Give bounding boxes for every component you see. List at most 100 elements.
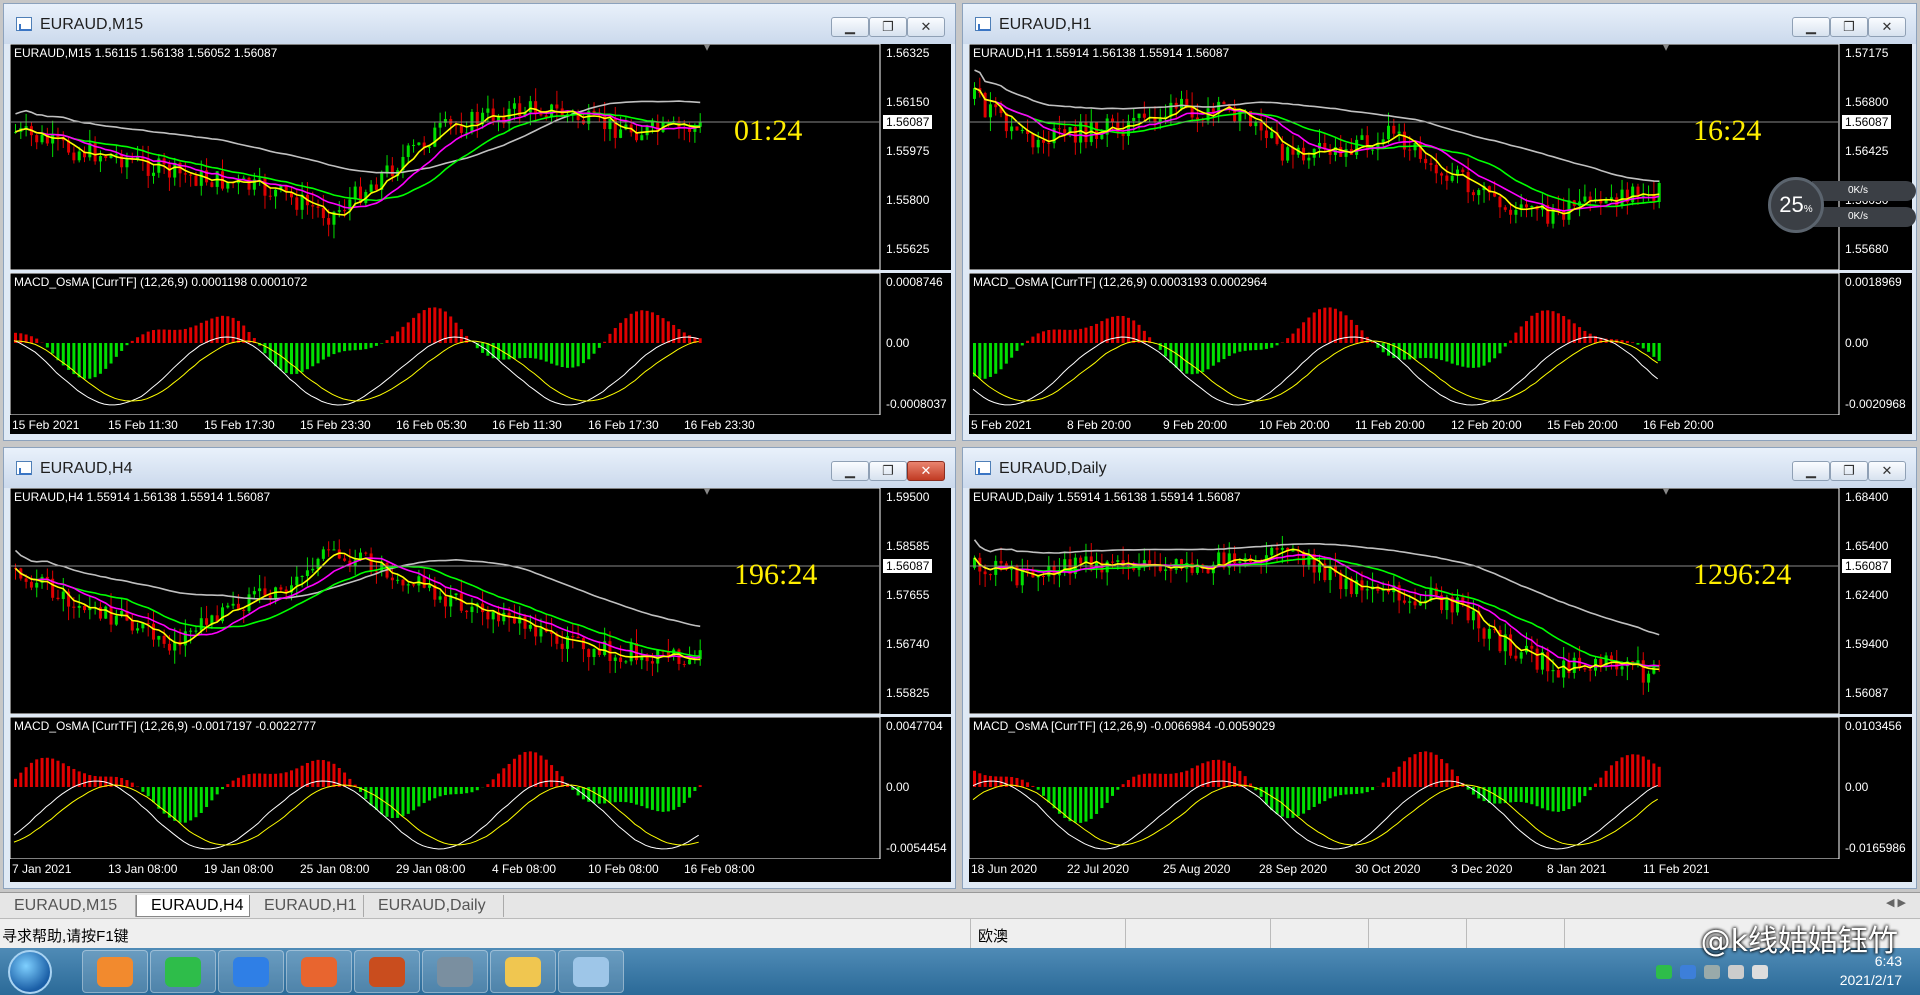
taskbar-app-wechat[interactable]: [150, 950, 216, 993]
restore-button[interactable]: ❐: [1830, 461, 1868, 481]
minimize-button[interactable]: ▁: [831, 17, 869, 37]
macd-scale-label: 0.00: [1845, 336, 1869, 350]
macd-histogram-bar: [1042, 787, 1045, 796]
candle-body: [438, 122, 442, 128]
macd-histogram-bar: [608, 787, 612, 803]
macd-chart-svg: [969, 717, 1840, 859]
macd-pane[interactable]: MACD_OsMA [CurrTF] (12,26,9) 0.0003193 0…: [969, 273, 1912, 415]
macd-histogram-bar: [295, 768, 299, 787]
chart-window-daily[interactable]: EURAUD,Daily ▁ ❐ ✕ EURAUD,Daily 1.55914 1.56…: [962, 447, 1917, 889]
time-axis-label: 11 Feb 20:00: [1355, 418, 1425, 432]
taskbar-app-game[interactable]: [354, 950, 420, 993]
tab-euraud-h4[interactable]: EURAUD,H4: [136, 895, 250, 917]
macd-histogram-bar: [1217, 343, 1221, 363]
macd-histogram-bar: [1206, 343, 1210, 370]
close-button[interactable]: ✕: [907, 17, 945, 37]
macd-histogram-bar: [327, 761, 331, 787]
network-widget[interactable]: 0K/s 0K/s 25%: [1768, 177, 1916, 233]
macd-histogram-bar: [1249, 343, 1252, 351]
candle-body: [152, 172, 155, 176]
candle-body: [247, 594, 251, 612]
window-titlebar[interactable]: EURAUD,M15 ▁ ❐ ✕: [4, 4, 955, 44]
macd-histogram-bar: [316, 343, 320, 364]
price-pane[interactable]: EURAUD,H4 1.55914 1.56138 1.55914 1.5608…: [10, 488, 951, 714]
candle-body: [454, 593, 458, 596]
macd-histogram-bar: [284, 772, 288, 787]
candle-body: [157, 635, 161, 640]
time-axis-label: 16 Feb 11:30: [492, 418, 562, 432]
macd-histogram-bar: [1233, 343, 1237, 354]
macd-pane[interactable]: MACD_OsMA [CurrTF] (12,26,9) -0.0066984 …: [969, 717, 1912, 859]
wechat-tray-icon[interactable]: [1656, 965, 1672, 979]
macd-scale-label: 0.0047704: [886, 719, 943, 733]
taskbar-app-orange-app[interactable]: [82, 950, 148, 993]
price-pane[interactable]: EURAUD,H1 1.55914 1.56138 1.55914 1.5608…: [969, 44, 1912, 270]
macd-histogram-bar: [1424, 343, 1428, 358]
volume-icon[interactable]: [1728, 965, 1744, 979]
macd-histogram-bar: [369, 787, 373, 806]
chart-window-m15[interactable]: EURAUD,M15 ▁ ❐ ✕ EURAUD,M15 1.56115 1.56138 …: [3, 3, 956, 441]
chart-info-line: EURAUD,H4 1.55914 1.56138 1.55914 1.5608…: [14, 490, 271, 504]
taskbar-app-firefox[interactable]: [286, 950, 352, 993]
chart-window-h4[interactable]: EURAUD,H4 ▁ ❐ ✕ EURAUD,H4 1.55914 1.56138 1.…: [3, 447, 956, 889]
shield-icon[interactable]: [1680, 965, 1696, 979]
candle-body: [999, 560, 1003, 564]
macd-histogram-bar: [29, 762, 33, 787]
macd-histogram-bar: [321, 343, 325, 360]
window-titlebar[interactable]: EURAUD,Daily ▁ ❐ ✕: [963, 448, 1916, 488]
time-axis-label: 11 Feb 2021: [1643, 862, 1710, 876]
macd-histogram-bar: [428, 307, 431, 343]
macd-scale-label: -0.0054454: [886, 841, 947, 855]
price-scale-label: 1.55625: [886, 242, 930, 256]
macd-histogram-bar: [1057, 329, 1061, 343]
minimize-button[interactable]: ▁: [1792, 461, 1830, 481]
candle-body: [316, 558, 320, 569]
close-button[interactable]: ✕: [907, 461, 945, 481]
candle-body: [1466, 172, 1470, 193]
candle-body: [1063, 129, 1067, 134]
macd-histogram-bar: [406, 322, 410, 343]
taskbar-app-qr-tool[interactable]: [422, 950, 488, 993]
macd-histogram-bar: [1296, 328, 1300, 343]
macd-histogram-bar: [1121, 315, 1125, 343]
restore-button[interactable]: ❐: [869, 17, 907, 37]
macd-histogram-bar: [173, 787, 177, 821]
network-icon[interactable]: [1704, 965, 1720, 979]
start-button[interactable]: [8, 950, 52, 994]
time-axis-label: 10 Feb 08:00: [588, 862, 659, 876]
macd-histogram-bar: [1286, 338, 1290, 343]
macd-histogram-bar: [1408, 343, 1412, 360]
window-titlebar[interactable]: EURAUD,H4 ▁ ❐ ✕: [4, 448, 955, 488]
macd-histogram-bar: [1471, 343, 1475, 368]
tab-euraud-m15[interactable]: EURAUD,M15: [0, 895, 136, 917]
window-titlebar[interactable]: EURAUD,H1 ▁ ❐ ✕: [963, 4, 1916, 44]
macd-pane[interactable]: MACD_OsMA [CurrTF] (12,26,9) -0.0017197 …: [10, 717, 951, 859]
macd-histogram-bar: [1551, 311, 1555, 343]
macd-signal-line: [972, 340, 1658, 402]
minimize-button[interactable]: ▁: [1792, 17, 1830, 37]
tab-scroll-arrows[interactable]: ◀ ▶: [1886, 896, 1906, 909]
taskbar-app-folder[interactable]: [490, 950, 556, 993]
macd-histogram-bar: [1126, 317, 1130, 343]
restore-button[interactable]: ❐: [1830, 17, 1868, 37]
macd-histogram-bar: [523, 752, 527, 787]
macd-histogram-bar: [1302, 322, 1306, 343]
tab-euraud-h1[interactable]: EURAUD,H1: [250, 895, 364, 917]
price-pane[interactable]: EURAUD,M15 1.56115 1.56138 1.56052 1.560…: [10, 44, 951, 270]
taskbar-app-notepad[interactable]: [558, 950, 624, 993]
macd-histogram-bar: [1456, 343, 1459, 366]
candle-body: [512, 103, 516, 109]
tab-euraud-daily[interactable]: EURAUD,Daily: [364, 895, 504, 917]
minimize-button[interactable]: ▁: [831, 461, 869, 481]
candle-body: [1556, 670, 1560, 678]
macd-pane[interactable]: MACD_OsMA [CurrTF] (12,26,9) 0.0001198 0…: [10, 273, 951, 415]
candle-body: [1206, 568, 1210, 574]
close-button[interactable]: ✕: [1868, 461, 1906, 481]
restore-button[interactable]: ❐: [869, 461, 907, 481]
signal-icon[interactable]: [1752, 965, 1768, 979]
price-pane[interactable]: EURAUD,Daily 1.55914 1.56138 1.55914 1.5…: [969, 488, 1912, 714]
close-button[interactable]: ✕: [1868, 17, 1906, 37]
taskbar-app-feishu[interactable]: [218, 950, 284, 993]
macd-histogram-bar: [1026, 782, 1030, 787]
macd-histogram-bar: [146, 331, 150, 343]
